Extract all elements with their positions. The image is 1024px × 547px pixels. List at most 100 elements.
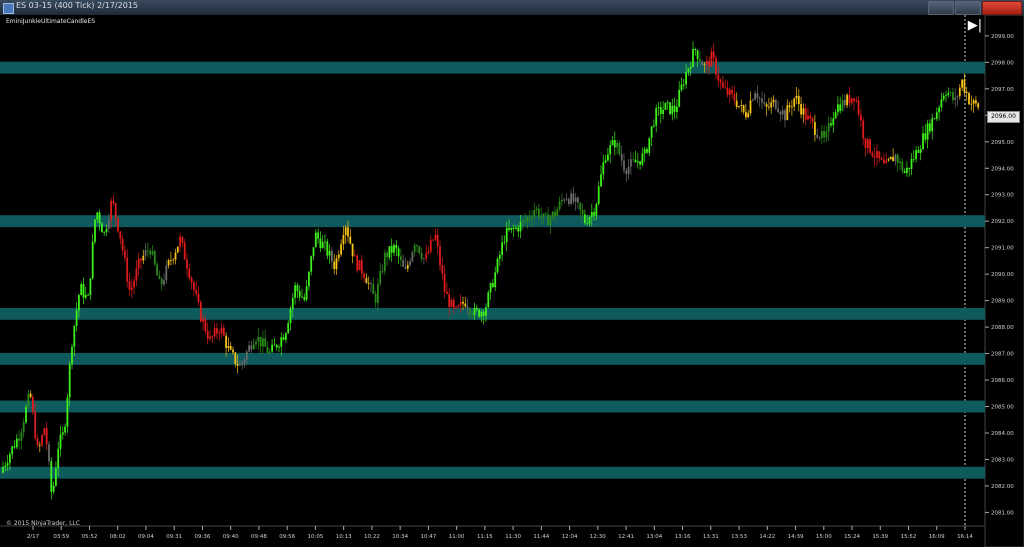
candle-body [788, 105, 791, 108]
window-titlebar[interactable]: ES 03-15 (400 Tick) 2/17/2015 [0, 0, 1024, 16]
candle-body [742, 105, 745, 112]
candle-body [784, 110, 786, 121]
candle-body [241, 362, 244, 366]
price-chart[interactable]: 2099.00 2098.00 2097.00 2096.00 2095.00 2094.… [0, 15, 1024, 547]
candle-body [542, 213, 545, 217]
candle-body [436, 234, 439, 247]
candle-body [234, 352, 237, 364]
candle-body [510, 227, 513, 230]
x-tick-label: 15:52 [901, 534, 917, 540]
candle-body [50, 461, 53, 492]
candle-body [524, 220, 526, 222]
candle-body [618, 143, 621, 154]
candle-body [485, 307, 487, 316]
y-tick-label: 2089.00 [991, 299, 1014, 305]
y-tick-label: 2087.00 [991, 352, 1014, 358]
candle-body [190, 277, 193, 283]
candle-body [275, 344, 278, 348]
candle-body [579, 202, 582, 211]
candle-body [680, 84, 683, 91]
candle-body [147, 250, 149, 252]
candle-body [386, 252, 388, 258]
candle-body [370, 283, 372, 285]
candle-body [482, 311, 485, 316]
candle-body [846, 94, 848, 106]
minimize-icon[interactable] [928, 1, 954, 15]
candle-body [708, 60, 710, 67]
candle-body [34, 411, 37, 439]
candle-body [659, 107, 662, 114]
candle-body [87, 294, 89, 296]
candle-body [595, 203, 598, 216]
candle-body [515, 227, 517, 229]
candle-body [48, 444, 50, 462]
candle-body [584, 214, 586, 224]
candle-body [427, 251, 430, 254]
candle-body [347, 227, 349, 237]
candle-body [206, 331, 209, 339]
candle-body [126, 257, 129, 282]
candle-body [816, 134, 819, 138]
x-tick-label: 10:22 [364, 534, 380, 540]
candle-body [181, 236, 184, 243]
candle-body [133, 280, 135, 288]
candle-body [402, 259, 405, 267]
y-tick-label: 2095.00 [991, 140, 1014, 146]
candle-body [480, 311, 483, 317]
candle-body [38, 445, 41, 447]
candle-body [508, 227, 510, 230]
candle-body [105, 228, 108, 232]
candle-body [305, 286, 308, 300]
candle-body [866, 139, 869, 148]
scroll-to-end-icon[interactable]: ▶| [966, 18, 984, 34]
candle-body [425, 253, 428, 259]
candle-body [970, 103, 973, 105]
candle-body [32, 397, 34, 412]
candle-body [772, 99, 775, 103]
candle-body [280, 337, 283, 347]
candle-body [765, 104, 768, 107]
candle-body [165, 265, 168, 281]
candle-body [216, 328, 218, 334]
candle-body [869, 139, 871, 153]
x-tick-label: 16:14 [957, 534, 973, 540]
candle-body [848, 94, 851, 104]
candle-body [211, 336, 214, 337]
candle-body [213, 328, 216, 337]
candle-body [170, 260, 172, 261]
candle-body [225, 335, 227, 348]
candle-body [800, 104, 802, 115]
candle-body [968, 93, 970, 105]
candle-body [535, 208, 538, 211]
candle-body [101, 223, 103, 233]
candle-body [432, 239, 434, 241]
close-icon[interactable] [982, 1, 1022, 15]
candle-body [459, 301, 462, 306]
candle-body [478, 309, 480, 317]
candle-body [701, 61, 704, 66]
candle-body [475, 307, 478, 310]
x-tick-label: 12:30 [590, 534, 606, 540]
candle-body [57, 448, 60, 469]
candle-body [360, 260, 363, 274]
candle-body [823, 131, 825, 138]
candle-body [450, 300, 453, 307]
candle-body [747, 113, 750, 118]
candle-body [273, 344, 276, 346]
candle-body [841, 99, 844, 111]
candle-body [954, 97, 957, 101]
candle-body [296, 285, 299, 292]
candle-body [774, 99, 777, 109]
candle-body [607, 154, 609, 161]
candle-body [312, 247, 315, 257]
candle-body [570, 193, 572, 205]
support-resistance-zone [0, 400, 985, 413]
candle-body [287, 323, 290, 334]
support-resistance-zone [0, 466, 985, 479]
candle-body [873, 156, 876, 158]
candle-body [271, 344, 273, 352]
candle-body [163, 280, 165, 285]
maximize-icon[interactable] [955, 1, 981, 15]
x-tick-label: 15:24 [844, 534, 860, 540]
candle-body [761, 98, 763, 103]
